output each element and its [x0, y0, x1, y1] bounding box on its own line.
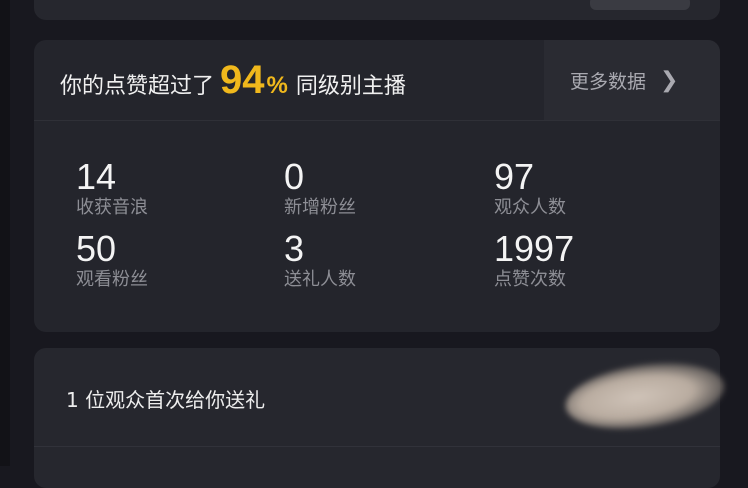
- previous-card: [34, 0, 720, 20]
- stat-value: 3: [284, 228, 305, 269]
- more-data-button[interactable]: 更多数据 ❯: [544, 40, 720, 120]
- headline-suffix: 同级别主播: [295, 74, 406, 99]
- chevron-right-icon: ❯: [660, 67, 679, 93]
- stat-label: 送礼人数: [284, 269, 356, 290]
- stat-label: 收获音浪: [76, 197, 148, 218]
- stat-label: 点赞次数: [494, 269, 566, 290]
- gift-notice-text: 1 位观众首次给你送礼: [66, 388, 266, 412]
- previous-card-button[interactable]: [590, 0, 690, 10]
- stat-value: 0: [284, 156, 305, 197]
- stat-value: 1997: [494, 228, 575, 269]
- stat-item: 50 观看粉丝: [76, 230, 276, 292]
- percent-value: 94: [220, 58, 265, 102]
- more-data-label: 更多数据: [570, 70, 647, 93]
- stat-item: 14 收获音浪: [76, 158, 276, 220]
- stat-value: 14: [76, 156, 117, 197]
- divider: [34, 446, 720, 447]
- stats-card: 你的点赞超过了 94 % 同级别主播 更多数据 ❯ 14 收获音浪 0 新增粉丝…: [34, 40, 720, 332]
- stat-label: 观看粉丝: [76, 269, 148, 290]
- stat-item: 97 观众人数: [494, 158, 694, 220]
- stats-header: 你的点赞超过了 94 % 同级别主播 更多数据 ❯: [34, 40, 720, 121]
- stat-item: 1997 点赞次数: [494, 230, 694, 292]
- stat-label: 观众人数: [494, 197, 566, 218]
- stat-item: 3 送礼人数: [284, 230, 484, 292]
- stat-item: 0 新增粉丝: [284, 158, 484, 220]
- stat-value: 50: [76, 228, 117, 269]
- headline-prefix: 你的点赞超过了: [60, 74, 215, 99]
- likes-ranking-headline: 你的点赞超过了 94 % 同级别主播: [60, 58, 406, 102]
- screen-edge: [0, 0, 10, 466]
- percent-sign: %: [266, 72, 288, 99]
- stat-label: 新增粉丝: [284, 197, 356, 218]
- stat-value: 97: [494, 156, 535, 197]
